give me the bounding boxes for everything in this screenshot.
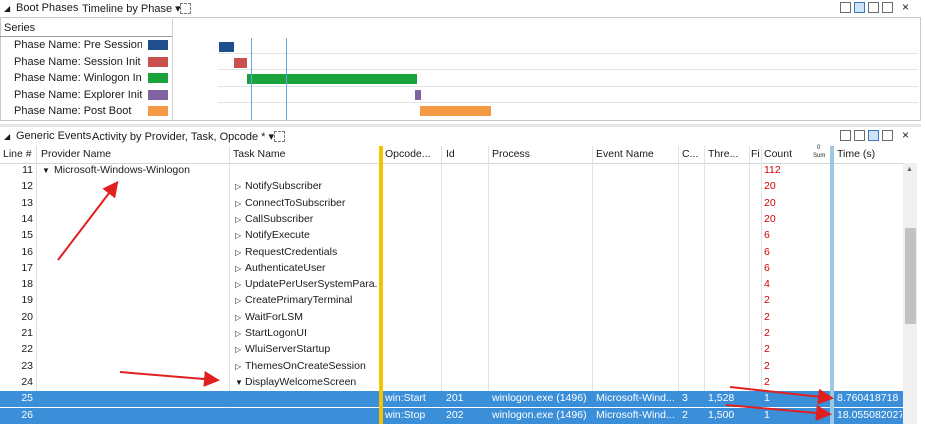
annotation-arrow: [119, 371, 220, 387]
annotation-arrow: [57, 180, 119, 261]
annotation-arrows: [57, 180, 834, 421]
annotation-arrow: [729, 386, 834, 405]
annotation-arrow: [725, 404, 832, 421]
